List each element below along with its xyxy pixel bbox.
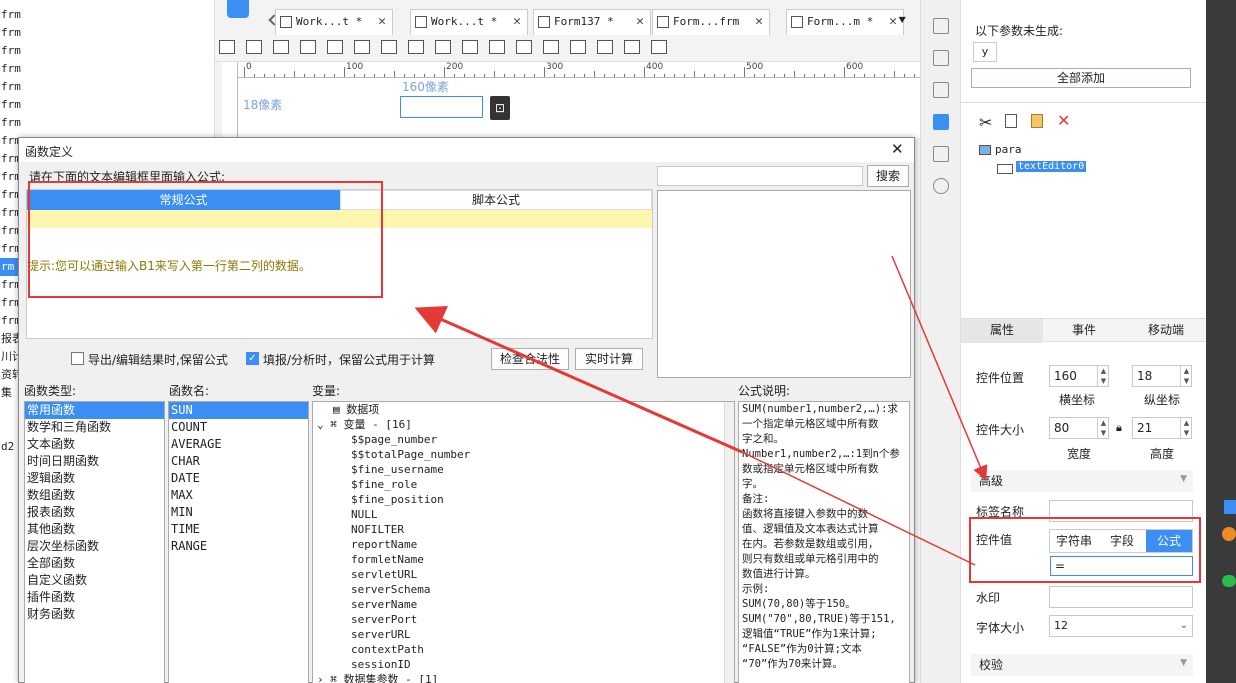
arrow-to-editor [414,305,743,454]
arrow-line-to-value [741,451,976,566]
annotation-arrows [414,255,988,566]
arrow-to-advanced [891,255,988,481]
